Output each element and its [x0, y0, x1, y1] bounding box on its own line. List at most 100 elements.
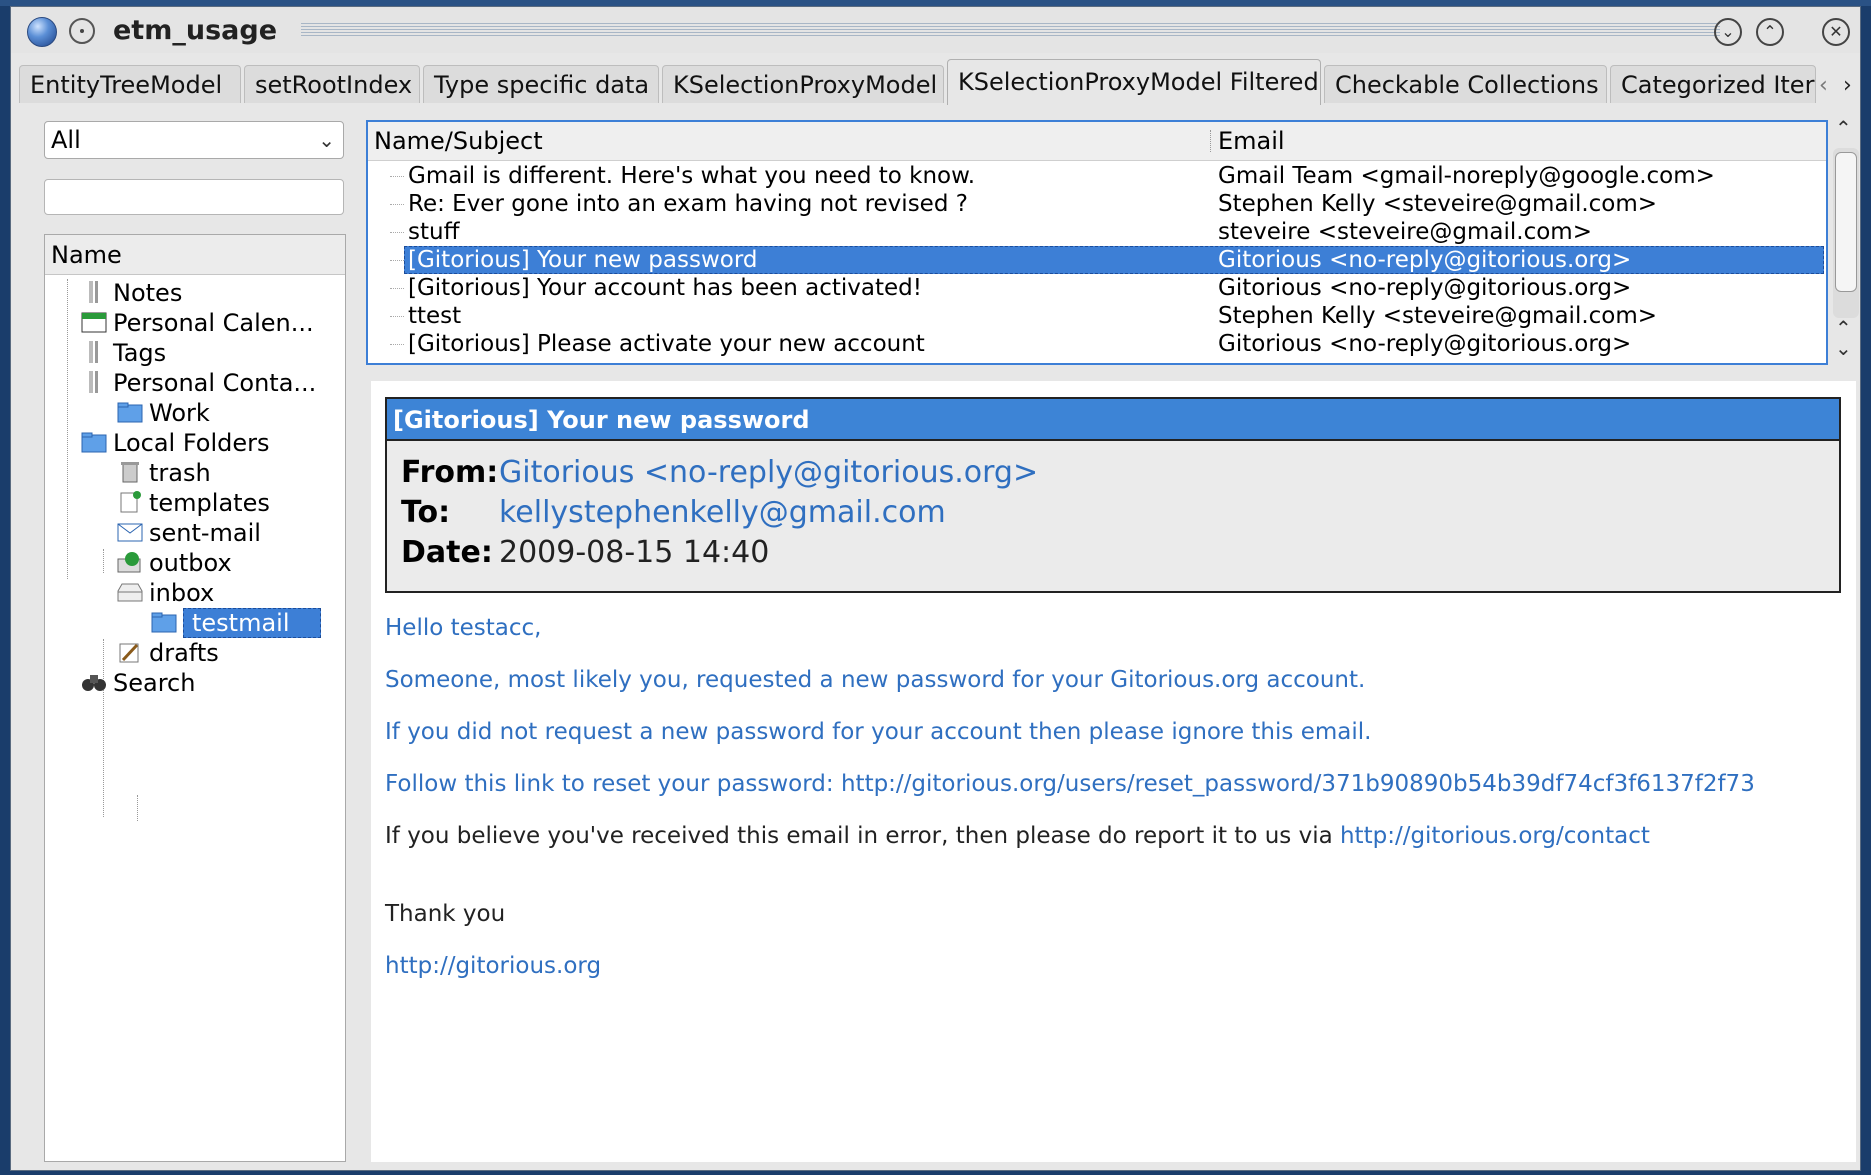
maximize-button[interactable]: ⌃ — [1756, 18, 1784, 46]
message-email: Gitorious <no-reply@gitorious.org> — [1218, 275, 1632, 301]
tab-kselectionproxymodel-filtered[interactable]: KSelectionProxyModel Filtered — [947, 59, 1321, 105]
message-row[interactable]: Gmail is different. Here's what you need… — [368, 162, 1826, 190]
tree-item-sent-mail[interactable]: sent-mail — [117, 519, 261, 547]
tab-entitytreemodel[interactable]: EntityTreeModel — [19, 65, 241, 103]
tree-item-local-folders[interactable]: Local Folders — [81, 429, 270, 457]
column-separator[interactable] — [1210, 130, 1211, 152]
message-subject: ttest — [408, 303, 462, 329]
date-row: Date: 2009-08-15 14:40 — [401, 533, 769, 573]
outbox-icon — [117, 552, 141, 573]
chevron-down-icon: ⌄ — [318, 128, 335, 152]
body-reset-link-line[interactable]: Follow this link to reset your password:… — [385, 769, 1755, 799]
tree-item-templates[interactable]: templates — [117, 489, 270, 517]
message-row[interactable]: ttest Stephen Kelly <steveire@gmail.com> — [368, 302, 1826, 330]
tab-setrootindex[interactable]: setRootIndex — [244, 65, 420, 103]
tree-header-name[interactable]: Name — [45, 235, 345, 275]
calendar-icon — [81, 312, 107, 333]
tree-item-inbox[interactable]: inbox — [117, 579, 214, 607]
tree-guide — [67, 279, 68, 579]
from-label: From: — [401, 455, 499, 490]
tab-kselectionproxymodel[interactable]: KSelectionProxyModel — [662, 65, 944, 103]
tree-item-personal-contacts[interactable]: Personal Conta... — [81, 369, 316, 397]
to-row: To: kellystephenkelly@gmail.com — [401, 493, 946, 533]
tree-guide — [390, 204, 404, 205]
tree-guide — [103, 549, 104, 573]
tree-item-search[interactable]: Search — [81, 669, 195, 697]
message-email: Gmail Team <gmail-noreply@google.com> — [1218, 163, 1715, 189]
message-email: Gitorious <no-reply@gitorious.org> — [1218, 331, 1632, 357]
tab-scroll-left-icon[interactable]: ‹ — [1819, 73, 1828, 98]
folder-icon — [81, 432, 107, 453]
tree-guide — [137, 795, 138, 821]
body-line-2: If you did not request a new password fo… — [385, 719, 1372, 745]
message-preview[interactable]: [Gitorious] Your new password From: Gito… — [371, 381, 1856, 1162]
tree-item-testmail[interactable]: testmail — [151, 608, 321, 638]
app-globe-icon[interactable] — [27, 17, 57, 47]
message-list[interactable]: Name/Subject Email Gmail is different. H… — [366, 120, 1828, 365]
tree-item-drafts[interactable]: drafts — [117, 639, 219, 667]
sent-mail-icon — [117, 523, 143, 542]
message-list-scrollbar[interactable]: ⌃ ⌃ ⌄ — [1829, 116, 1863, 365]
tab-scroll-right-icon[interactable]: › — [1843, 73, 1852, 98]
tab-type-specific-data[interactable]: Type specific data — [423, 65, 659, 103]
app-window: etm_usage ⌄ ⌃ ✕ EntityTreeModel setRootI… — [10, 6, 1861, 1171]
message-row[interactable]: [Gitorious] Please activate your new acc… — [368, 330, 1826, 358]
chevron-down-icon: ⌄ — [1721, 22, 1735, 41]
mail-header-box: [Gitorious] Your new password From: Gito… — [385, 397, 1841, 593]
body-line-1: Someone, most likely you, requested a ne… — [385, 667, 1366, 693]
close-button[interactable]: ✕ — [1822, 18, 1850, 46]
tree-item-personal-calendar[interactable]: Personal Calen... — [81, 309, 314, 337]
collection-filter-combo[interactable]: All ⌄ — [44, 121, 344, 159]
tree-item-work[interactable]: Work — [117, 399, 210, 427]
from-link[interactable]: Gitorious <no-reply@gitorious.org> — [499, 453, 1038, 493]
tags-icon — [89, 341, 98, 363]
message-subject: [Gitorious] Your new password — [408, 247, 758, 273]
tab-checkable-collections[interactable]: Checkable Collections — [1324, 65, 1607, 103]
tab-categorized-items[interactable]: Categorized Iter — [1610, 65, 1816, 103]
tree-guide — [390, 260, 404, 261]
message-row-selected[interactable]: [Gitorious] Your new password Gitorious … — [368, 246, 1826, 274]
binoculars-search-icon — [82, 675, 106, 691]
drafts-icon — [119, 643, 139, 663]
preview-subject: [Gitorious] Your new password — [387, 399, 1839, 441]
message-subject: [Gitorious] Your account has been activa… — [408, 275, 922, 301]
date-label: Date: — [401, 535, 493, 570]
trash-icon — [121, 462, 139, 483]
tree-item-notes[interactable]: Notes — [81, 279, 182, 307]
tree-item-outbox[interactable]: outbox — [117, 549, 232, 577]
title-bar[interactable]: etm_usage ⌄ ⌃ ✕ — [11, 7, 1860, 53]
message-subject: [Gitorious] Please activate your new acc… — [408, 331, 925, 357]
message-row[interactable]: stuff steveire <steveire@gmail.com> — [368, 218, 1826, 246]
notes-icon — [89, 281, 98, 303]
scroll-up-icon[interactable]: ⌃ — [1835, 116, 1852, 140]
templates-icon — [120, 491, 141, 513]
contacts-icon — [89, 371, 98, 393]
date-value: 2009-08-15 14:40 — [499, 535, 770, 570]
tree-guide — [390, 232, 404, 233]
folder-icon — [117, 402, 143, 423]
message-row[interactable]: [Gitorious] Your account has been activa… — [368, 274, 1826, 302]
tab-bar: EntityTreeModel setRootIndex Type specif… — [11, 59, 1860, 105]
signature-link[interactable]: http://gitorious.org — [385, 951, 601, 981]
scroll-down-icon[interactable]: ⌄ — [1835, 336, 1852, 360]
body-line-4: If you believe you've received this emai… — [385, 821, 1650, 851]
filter-input[interactable] — [44, 179, 344, 215]
tree-item-tags[interactable]: Tags — [81, 339, 166, 367]
message-list-header: Name/Subject Email — [368, 122, 1826, 161]
on-all-desktops-icon[interactable] — [69, 18, 95, 44]
pane-splitter[interactable] — [355, 127, 361, 1167]
tree-item-trash[interactable]: trash — [117, 459, 211, 487]
contact-link[interactable]: http://gitorious.org/contact — [1340, 823, 1650, 849]
tree-guide — [390, 288, 404, 289]
message-email: Gitorious <no-reply@gitorious.org> — [1218, 247, 1632, 273]
to-link[interactable]: kellystephenkelly@gmail.com — [499, 493, 946, 533]
minimize-button[interactable]: ⌄ — [1714, 18, 1742, 46]
from-row: From: Gitorious <no-reply@gitorious.org> — [401, 453, 1038, 493]
collection-tree[interactable]: Name Notes Personal Calen... Tags Person… — [44, 234, 346, 1162]
message-subject: stuff — [408, 219, 460, 245]
scrollbar-thumb[interactable] — [1835, 152, 1857, 292]
message-row[interactable]: Re: Ever gone into an exam having not re… — [368, 190, 1826, 218]
tree-guide — [390, 316, 404, 317]
column-header-email[interactable]: Email — [1218, 122, 1285, 160]
column-header-name-subject[interactable]: Name/Subject — [374, 122, 543, 160]
